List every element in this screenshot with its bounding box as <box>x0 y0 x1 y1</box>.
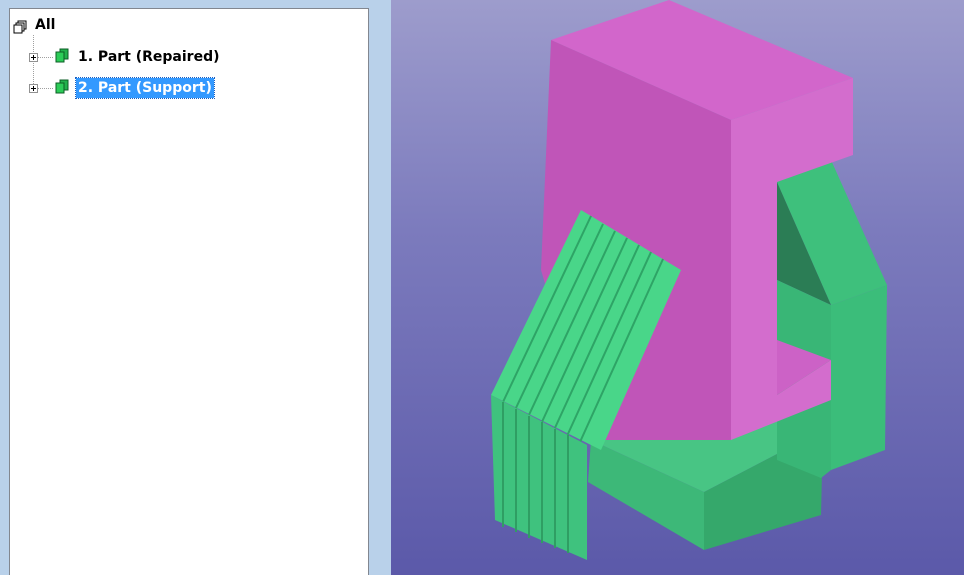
parts-stack-icon <box>13 19 27 34</box>
tree-panel-frame: All 1. Part (Repaired) 2. Part (Support) <box>0 0 391 575</box>
expand-toggle-part-1[interactable] <box>29 53 38 62</box>
support-right-column-face <box>831 285 887 470</box>
3d-viewport[interactable] <box>391 0 964 575</box>
expand-toggle-part-2[interactable] <box>29 84 38 93</box>
part-icon <box>54 79 70 95</box>
part-icon <box>54 48 70 64</box>
tree-connector <box>37 88 53 90</box>
panel-splitter[interactable] <box>371 0 391 575</box>
tree-connector <box>37 57 53 59</box>
tree-item-part-repaired[interactable]: 1. Part (Repaired) <box>76 46 222 68</box>
tree-item-label: 1. Part (Repaired) <box>78 49 220 65</box>
tree-item-part-support[interactable]: 2. Part (Support) <box>75 77 215 99</box>
3d-scene <box>491 0 887 560</box>
tree-root-label: All <box>35 17 56 33</box>
tree-item-label: 2. Part (Support) <box>75 77 215 99</box>
part-tree[interactable]: All 1. Part (Repaired) 2. Part (Support) <box>9 8 369 575</box>
